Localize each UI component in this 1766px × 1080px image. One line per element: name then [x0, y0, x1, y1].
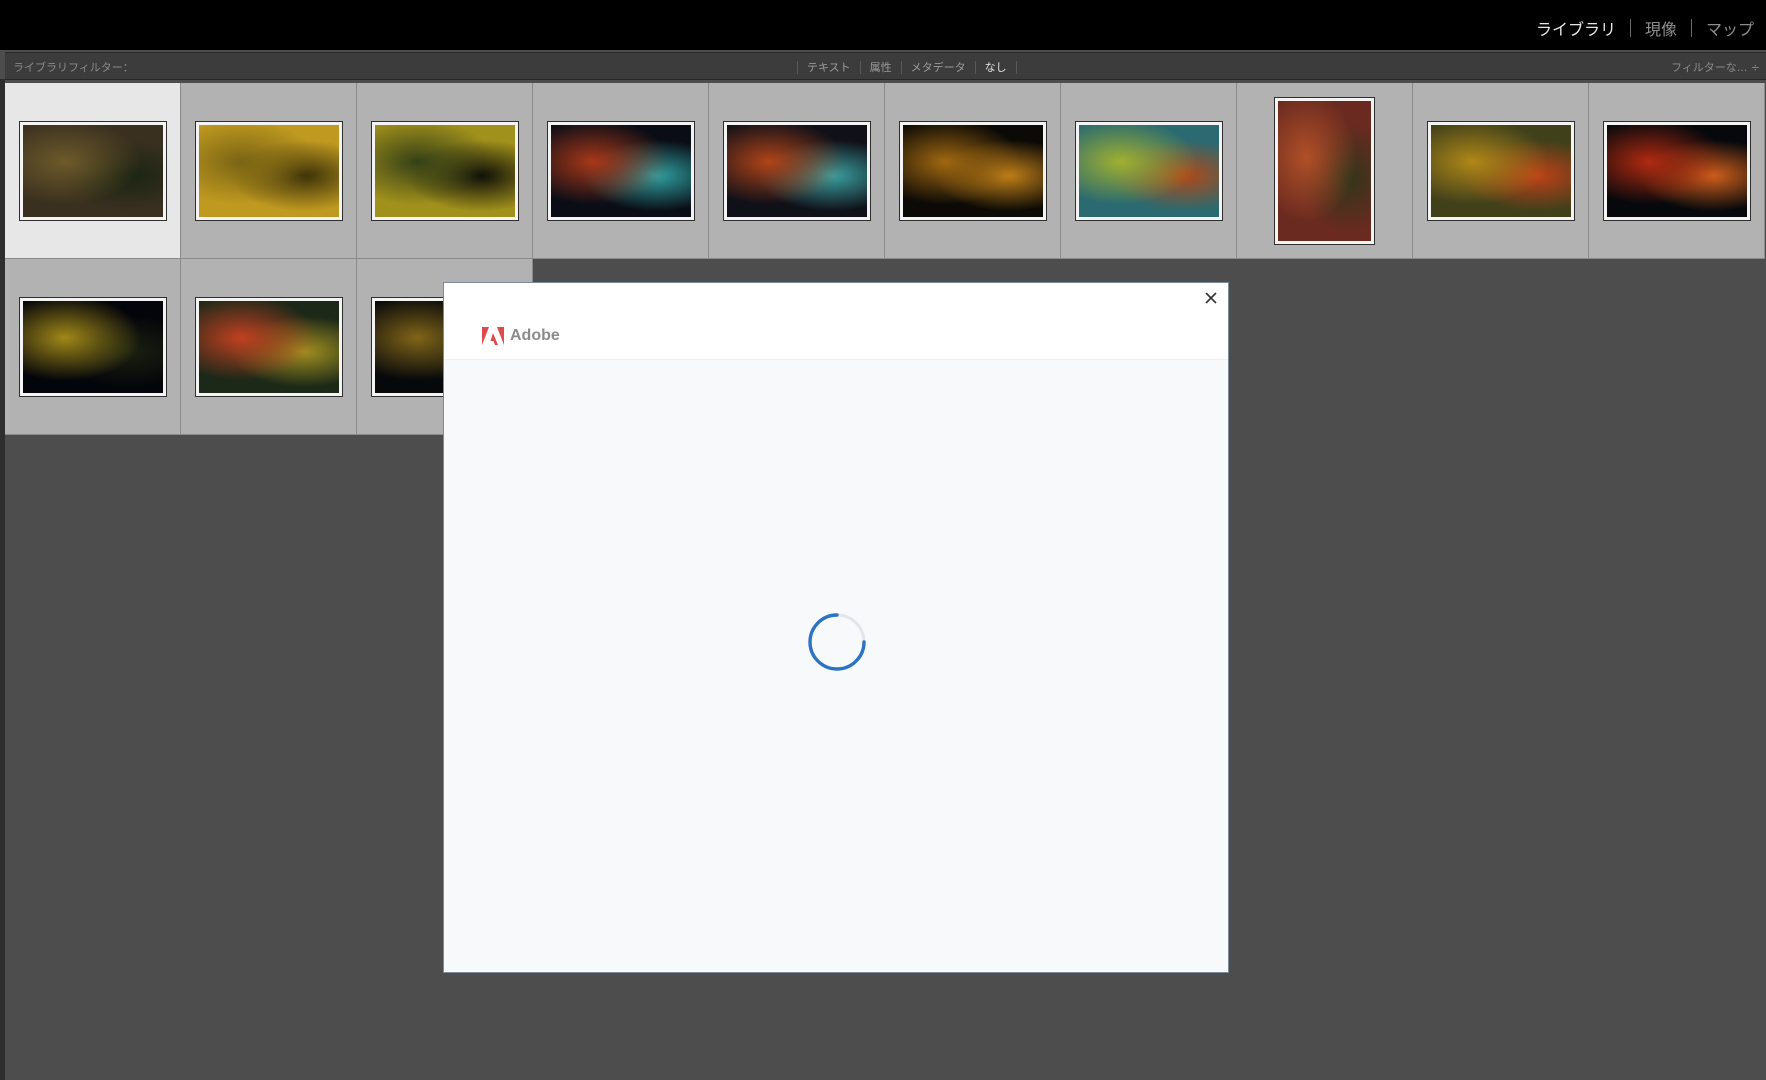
thumbnail-cell[interactable] — [1413, 83, 1589, 259]
thumbnail-cell[interactable] — [533, 83, 709, 259]
photo-thumbnail — [19, 121, 167, 221]
filter-tab-attribute[interactable]: 属性 — [870, 59, 892, 75]
library-filter-bar: ライブラリフィルター： テキスト 属性 メタデータ なし フィルターな... ÷ — [5, 52, 1766, 80]
loading-spinner-icon — [808, 613, 866, 671]
library-filter-label: ライブラリフィルター： — [13, 61, 134, 74]
photo-thumbnail — [1603, 121, 1751, 221]
photo-thumbnail — [19, 297, 167, 397]
filter-tabs: テキスト 属性 メタデータ なし — [788, 59, 1026, 75]
filter-separator — [900, 60, 902, 74]
photo-thumbnail — [1075, 121, 1223, 221]
adobe-logo-icon — [482, 327, 504, 345]
module-separator — [1629, 19, 1631, 37]
thumbnail-cell[interactable] — [5, 83, 181, 259]
close-icon[interactable] — [1200, 287, 1222, 309]
module-picker: ライブラリ 現像 マップ — [1536, 16, 1754, 40]
photo-thumbnail — [195, 297, 343, 397]
thumbnail-cell[interactable] — [181, 83, 357, 259]
adobe-brand-text: Adobe — [510, 327, 560, 344]
filter-tab-none[interactable]: なし — [985, 59, 1007, 75]
photo-thumbnail — [547, 121, 695, 221]
photo-thumbnail — [195, 121, 343, 221]
module-library[interactable]: ライブラリ — [1536, 16, 1616, 40]
thumbnail-cell[interactable] — [1061, 83, 1237, 259]
adobe-dialog: Adobe — [443, 282, 1229, 973]
photo-thumbnail — [371, 121, 519, 221]
thumbnail-cell[interactable] — [885, 83, 1061, 259]
thumbnail-cell[interactable] — [5, 259, 181, 435]
thumbnail-cell[interactable] — [181, 259, 357, 435]
module-map[interactable]: マップ — [1706, 16, 1754, 40]
adobe-logo: Adobe — [482, 327, 560, 345]
photo-thumbnail — [723, 121, 871, 221]
thumbnail-cell[interactable] — [1237, 83, 1413, 259]
filter-separator — [974, 60, 976, 74]
thumbnail-cell[interactable] — [709, 83, 885, 259]
filter-separator — [797, 60, 798, 74]
top-bar: ライブラリ 現像 マップ — [0, 0, 1766, 50]
dialog-header: Adobe — [444, 283, 1228, 360]
filter-separator — [1015, 60, 1017, 74]
filter-tab-text[interactable]: テキスト — [807, 59, 851, 75]
module-separator — [1690, 19, 1692, 37]
filter-separator — [859, 60, 861, 74]
filter-tab-metadata[interactable]: メタデータ — [911, 59, 966, 75]
module-develop[interactable]: 現像 — [1645, 16, 1677, 40]
thumbnail-cell[interactable] — [357, 83, 533, 259]
photo-thumbnail — [899, 121, 1047, 221]
filter-preset-dropdown[interactable]: フィルターな... ÷ — [1671, 59, 1760, 75]
thumbnail-cell[interactable] — [1589, 83, 1765, 259]
photo-thumbnail — [1427, 121, 1575, 221]
photo-thumbnail — [1274, 97, 1375, 245]
